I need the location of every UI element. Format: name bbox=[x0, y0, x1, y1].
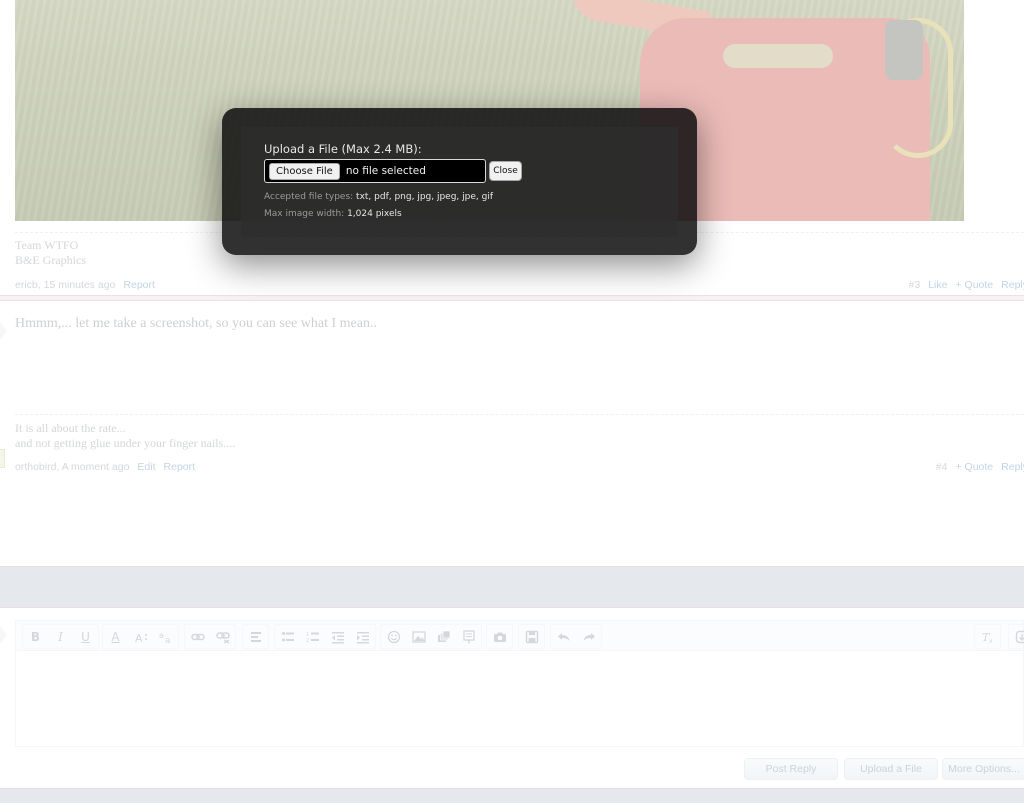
accepted-types-label: Accepted file types: bbox=[264, 192, 357, 202]
upload-file-modal: Upload a File (Max 2.4 MB): Choose File … bbox=[222, 108, 697, 255]
accepted-types-value: txt, pdf, png, jpg, jpeg, jpe, gif bbox=[356, 192, 494, 202]
choose-file-button[interactable]: Choose File bbox=[269, 162, 340, 180]
upload-modal-title: Upload a File (Max 2.4 MB): bbox=[264, 142, 422, 156]
no-file-selected-text: no file selected bbox=[345, 165, 426, 177]
file-input[interactable]: Choose File no file selected bbox=[264, 159, 486, 183]
max-width-label: Max image width: bbox=[264, 209, 348, 219]
upload-file-panel: Upload a File (Max 2.4 MB): Choose File … bbox=[241, 127, 678, 237]
max-image-width: Max image width: 1,024 pixels bbox=[264, 209, 402, 219]
max-width-value: 1,024 pixels bbox=[347, 209, 402, 219]
close-button[interactable]: Close bbox=[489, 161, 522, 181]
accepted-file-types: Accepted file types: txt, pdf, png, jpg,… bbox=[264, 192, 493, 202]
